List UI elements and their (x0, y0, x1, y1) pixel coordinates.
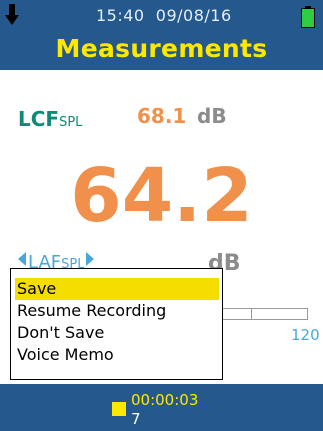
clock-time: 15:40 (96, 6, 145, 25)
level-bar-segment (222, 308, 252, 320)
menu-item-dont-save[interactable]: Don't Save (15, 322, 219, 344)
recording-square-icon (112, 402, 126, 416)
secondary-value: 68.1 (137, 104, 187, 128)
right-arrow-icon[interactable] (86, 252, 95, 266)
secondary-unit: dB (197, 104, 227, 128)
level-bar-segment (251, 308, 308, 320)
secondary-parameter-label[interactable]: LCFSPL (18, 107, 82, 131)
download-arrow-icon (5, 4, 19, 25)
menu-item-voice-memo[interactable]: Voice Memo (15, 344, 219, 366)
battery-full-icon (301, 6, 315, 28)
save-options-menu: Save Resume Recording Don't Save Voice M… (10, 268, 223, 380)
clock-date: 09/08/16 (155, 6, 232, 25)
secondary-param-main: LCF (18, 107, 60, 131)
scale-max-label: 120 (291, 326, 320, 344)
secondary-param-sub: SPL (59, 115, 83, 130)
page-title: Measurements (55, 34, 268, 63)
elapsed-time: 00:00:03 (131, 391, 199, 409)
primary-value: 64.2 (70, 153, 253, 239)
menu-item-resume-recording[interactable]: Resume Recording (15, 300, 219, 322)
status-datetime: 15:40 09/08/16 (96, 6, 232, 25)
menu-item-save[interactable]: Save (15, 278, 219, 300)
left-arrow-icon[interactable] (18, 252, 26, 266)
record-count: 7 (131, 410, 141, 428)
